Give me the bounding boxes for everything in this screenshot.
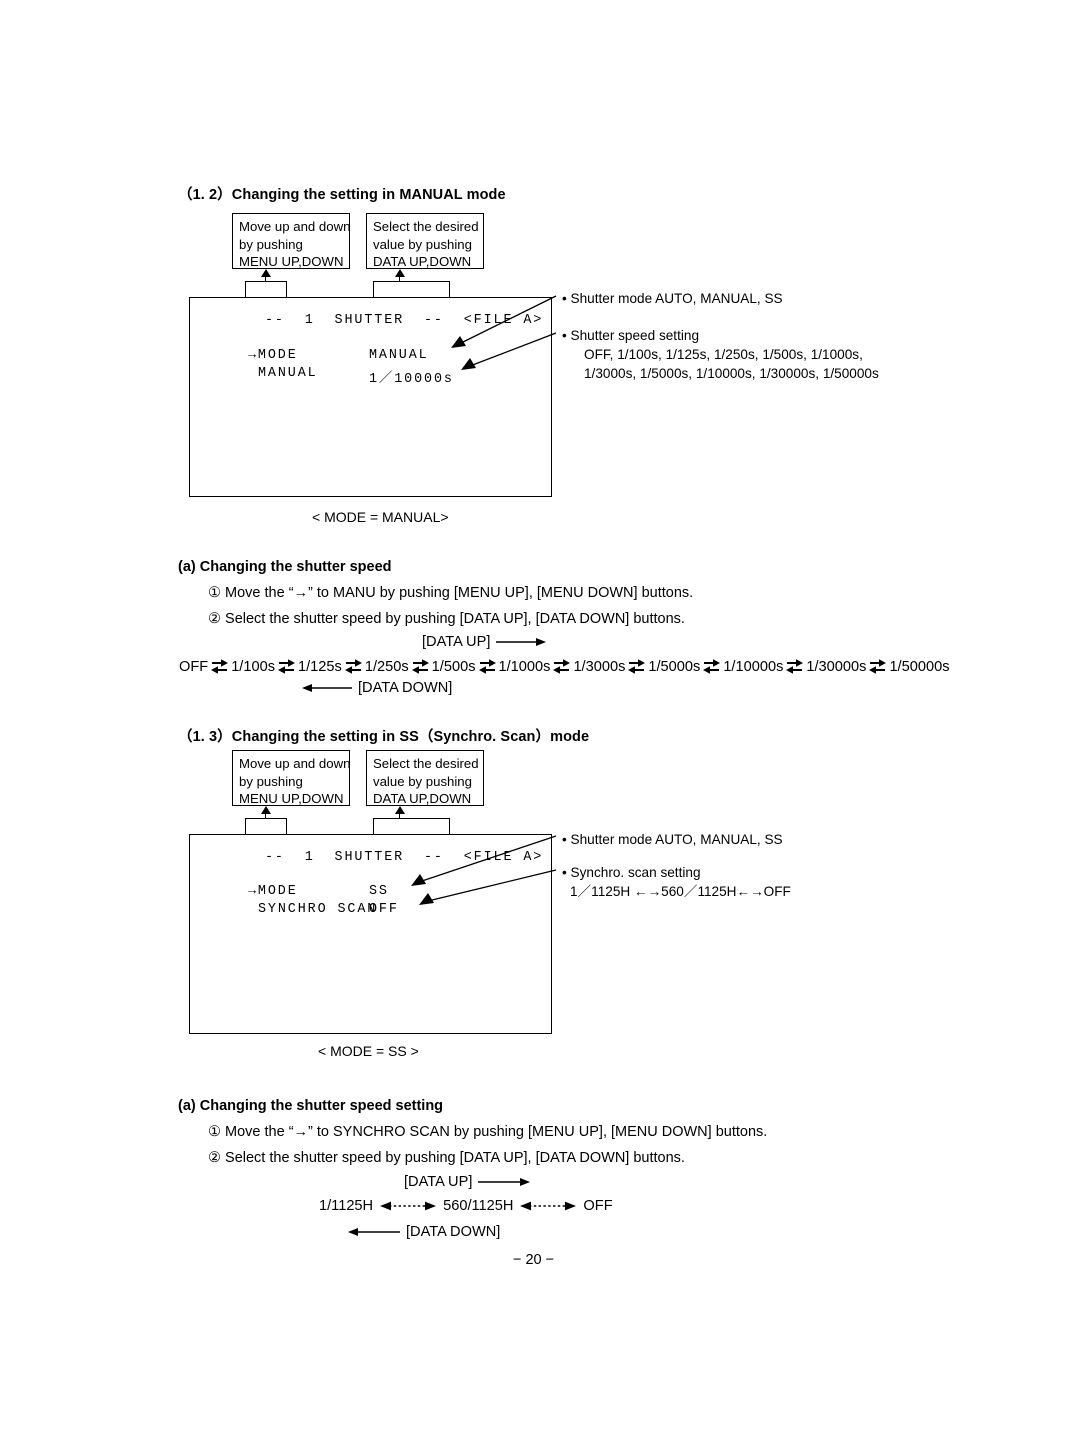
callout-data-updown-manual: Select the desired value by pushing DATA… bbox=[366, 213, 484, 269]
data-button-block[interactable] bbox=[373, 281, 450, 298]
monitor-row2-label-manual: MANUAL bbox=[258, 366, 318, 381]
sequence-value: OFF bbox=[583, 1198, 613, 1214]
subheading-changing-shutter-speed: (a) Changing the shutter speed bbox=[178, 559, 392, 575]
up-down-arrow-icon bbox=[278, 659, 296, 674]
annotation-shutter-mode-ss: • Shutter mode AUTO, MANUAL, SS bbox=[562, 830, 783, 849]
annotation-shutter-speed-manual: • Shutter speed setting OFF, 1/100s, 1/1… bbox=[562, 326, 879, 383]
callout-line-3: MENU UP,DOWN bbox=[239, 254, 344, 269]
up-down-arrow-icon bbox=[869, 659, 887, 674]
sequence-value: 1/50000s bbox=[889, 658, 950, 675]
monitor-row1-value-manual: MANUAL bbox=[369, 348, 429, 363]
sequence-value: 1/250s bbox=[364, 658, 409, 675]
step-2-ss: ② Select the shutter speed by pushing [D… bbox=[208, 1150, 685, 1166]
callout-menu-updown-manual: Move up and down by pushing MENU UP,DOWN bbox=[232, 213, 350, 269]
callout-line-2: value by pushing bbox=[373, 773, 472, 789]
sequence-value: 1/125s bbox=[298, 658, 342, 675]
left-arrow-icon bbox=[348, 1228, 400, 1236]
step-2-manual: ② Select the shutter speed by pushing [D… bbox=[208, 611, 685, 627]
shutter-speed-sequence-manual: OFF 1/100s 1/125s 1/250s 1/500s 1/1000s 1/3000… bbox=[178, 657, 951, 676]
callout-line-1: Select the desired bbox=[373, 219, 479, 234]
data-down-row-manual: [DATA DOWN] bbox=[302, 680, 452, 696]
annotation-line: 1／1125H ←→560／1125H←→OFF bbox=[570, 884, 791, 899]
subheading-changing-shutter-speed-setting: (a) Changing the shutter speed setting bbox=[178, 1098, 444, 1114]
callout-line-3: DATA UP,DOWN bbox=[373, 254, 472, 269]
data-down-label-manual: [DATA DOWN] bbox=[358, 680, 453, 696]
menu-button-block[interactable] bbox=[245, 281, 287, 298]
data-down-label-ss: [DATA DOWN] bbox=[406, 1224, 501, 1240]
annotation-line: OFF, 1/100s, 1/125s, 1/250s, 1/500s, 1/1… bbox=[584, 347, 863, 362]
sequence-value: 1/500s bbox=[431, 658, 476, 675]
synchro-scan-sequence-ss: 1/1125H 560/1125H OFF bbox=[318, 1198, 614, 1214]
annotation-shutter-mode-manual: • Shutter mode AUTO, MANUAL, SS bbox=[562, 289, 783, 308]
callout-line-2: by pushing bbox=[239, 773, 303, 789]
callout-line-1: Select the desired bbox=[373, 756, 479, 771]
callout-line-1: Move up and down bbox=[239, 756, 351, 771]
sequence-value: OFF bbox=[179, 658, 209, 675]
callout-arrow-right-icon bbox=[395, 269, 405, 277]
sequence-value: 1/30000s bbox=[806, 658, 867, 675]
annotation-synchro-scan-ss: • Synchro. scan setting 1／1125H ←→560／11… bbox=[562, 863, 791, 901]
sequence-value: 1/10000s bbox=[723, 658, 784, 675]
up-down-arrow-icon bbox=[211, 659, 229, 674]
sequence-value: 1/3000s bbox=[573, 658, 626, 675]
up-down-arrow-icon bbox=[786, 659, 804, 674]
monitor-row1-label-manual: →MODE bbox=[248, 348, 298, 363]
leader-lines-overlay bbox=[411, 295, 557, 905]
callout-menu-updown-ss: Move up and down by pushing MENU UP,DOWN bbox=[232, 750, 350, 806]
data-up-row-manual: [DATA UP] bbox=[422, 634, 547, 650]
step-1-ss: ① Move the “→” to SYNCHRO SCAN by pushin… bbox=[208, 1124, 768, 1140]
callout-arrow-right-icon bbox=[395, 806, 405, 814]
monitor-caption-manual: < MODE = MANUAL> bbox=[312, 509, 449, 525]
up-down-arrow-icon bbox=[344, 659, 362, 674]
up-down-arrow-icon bbox=[478, 659, 496, 674]
callout-line-3: DATA UP,DOWN bbox=[373, 791, 472, 806]
data-button-block[interactable] bbox=[373, 818, 450, 835]
page-number: − 20 − bbox=[513, 1252, 555, 1268]
section-heading-ss: （1. 3）Changing the setting in SS（Synchro… bbox=[178, 729, 590, 745]
double-headed-dotted-arrow-icon bbox=[520, 1201, 577, 1211]
step-1-manual: ① Move the “→” to MANU by pushing [MENU … bbox=[208, 585, 694, 601]
monitor-row2-value-ss: OFF bbox=[369, 902, 399, 917]
menu-button-block[interactable] bbox=[245, 818, 287, 835]
callout-arrow-left-icon bbox=[261, 806, 271, 814]
annotation-title: • Shutter mode AUTO, MANUAL, SS bbox=[562, 291, 783, 306]
monitor-title-ss: -- 1 SHUTTER -- <FILE A> bbox=[265, 850, 544, 865]
callout-line-1: Move up and down bbox=[239, 219, 351, 234]
callout-data-updown-ss: Select the desired value by pushing DATA… bbox=[366, 750, 484, 806]
sequence-value: 1/100s bbox=[231, 658, 276, 675]
right-arrow-icon bbox=[478, 1178, 531, 1186]
document-page: （1. 2）Changing the setting in MANUAL mod… bbox=[0, 0, 1080, 1436]
monitor-row2-value-manual: 1／10000s bbox=[369, 372, 454, 387]
annotation-title: • Shutter speed setting bbox=[562, 328, 700, 343]
callout-line-2: by pushing bbox=[239, 236, 303, 252]
left-arrow-icon bbox=[302, 684, 352, 692]
data-up-label-ss: [DATA UP] bbox=[404, 1174, 473, 1190]
callout-line-2: value by pushing bbox=[373, 236, 472, 252]
right-arrow-icon bbox=[496, 638, 547, 646]
double-headed-dotted-arrow-icon bbox=[380, 1201, 437, 1211]
annotation-title: • Shutter mode AUTO, MANUAL, SS bbox=[562, 832, 783, 847]
monitor-row1-label-ss: →MODE bbox=[248, 884, 298, 899]
monitor-row2-label-ss: SYNCHRO SCAN bbox=[258, 902, 378, 917]
sequence-value: 560/1125H bbox=[443, 1198, 514, 1214]
callout-arrow-left-icon bbox=[261, 269, 271, 277]
up-down-arrow-icon bbox=[628, 659, 646, 674]
annotation-title: • Synchro. scan setting bbox=[562, 865, 701, 880]
annotation-line: 1/3000s, 1/5000s, 1/10000s, 1/30000s, 1/… bbox=[584, 366, 879, 381]
sequence-value: 1/5000s bbox=[648, 658, 701, 675]
up-down-arrow-icon bbox=[411, 659, 429, 674]
data-up-label-manual: [DATA UP] bbox=[422, 634, 491, 650]
monitor-caption-ss: < MODE = SS > bbox=[318, 1043, 419, 1059]
up-down-arrow-icon bbox=[703, 659, 721, 674]
sequence-value: 1/1125H bbox=[319, 1198, 374, 1214]
monitor-row1-value-ss: SS bbox=[369, 884, 389, 899]
data-up-row-ss: [DATA UP] bbox=[404, 1174, 531, 1190]
sequence-value: 1/1000s bbox=[498, 658, 551, 675]
data-down-row-ss: [DATA DOWN] bbox=[348, 1224, 500, 1240]
section-heading-manual: （1. 2）Changing the setting in MANUAL mod… bbox=[178, 187, 506, 203]
callout-line-3: MENU UP,DOWN bbox=[239, 791, 344, 806]
up-down-arrow-icon bbox=[553, 659, 571, 674]
monitor-title-manual: -- 1 SHUTTER -- <FILE A> bbox=[265, 313, 544, 328]
